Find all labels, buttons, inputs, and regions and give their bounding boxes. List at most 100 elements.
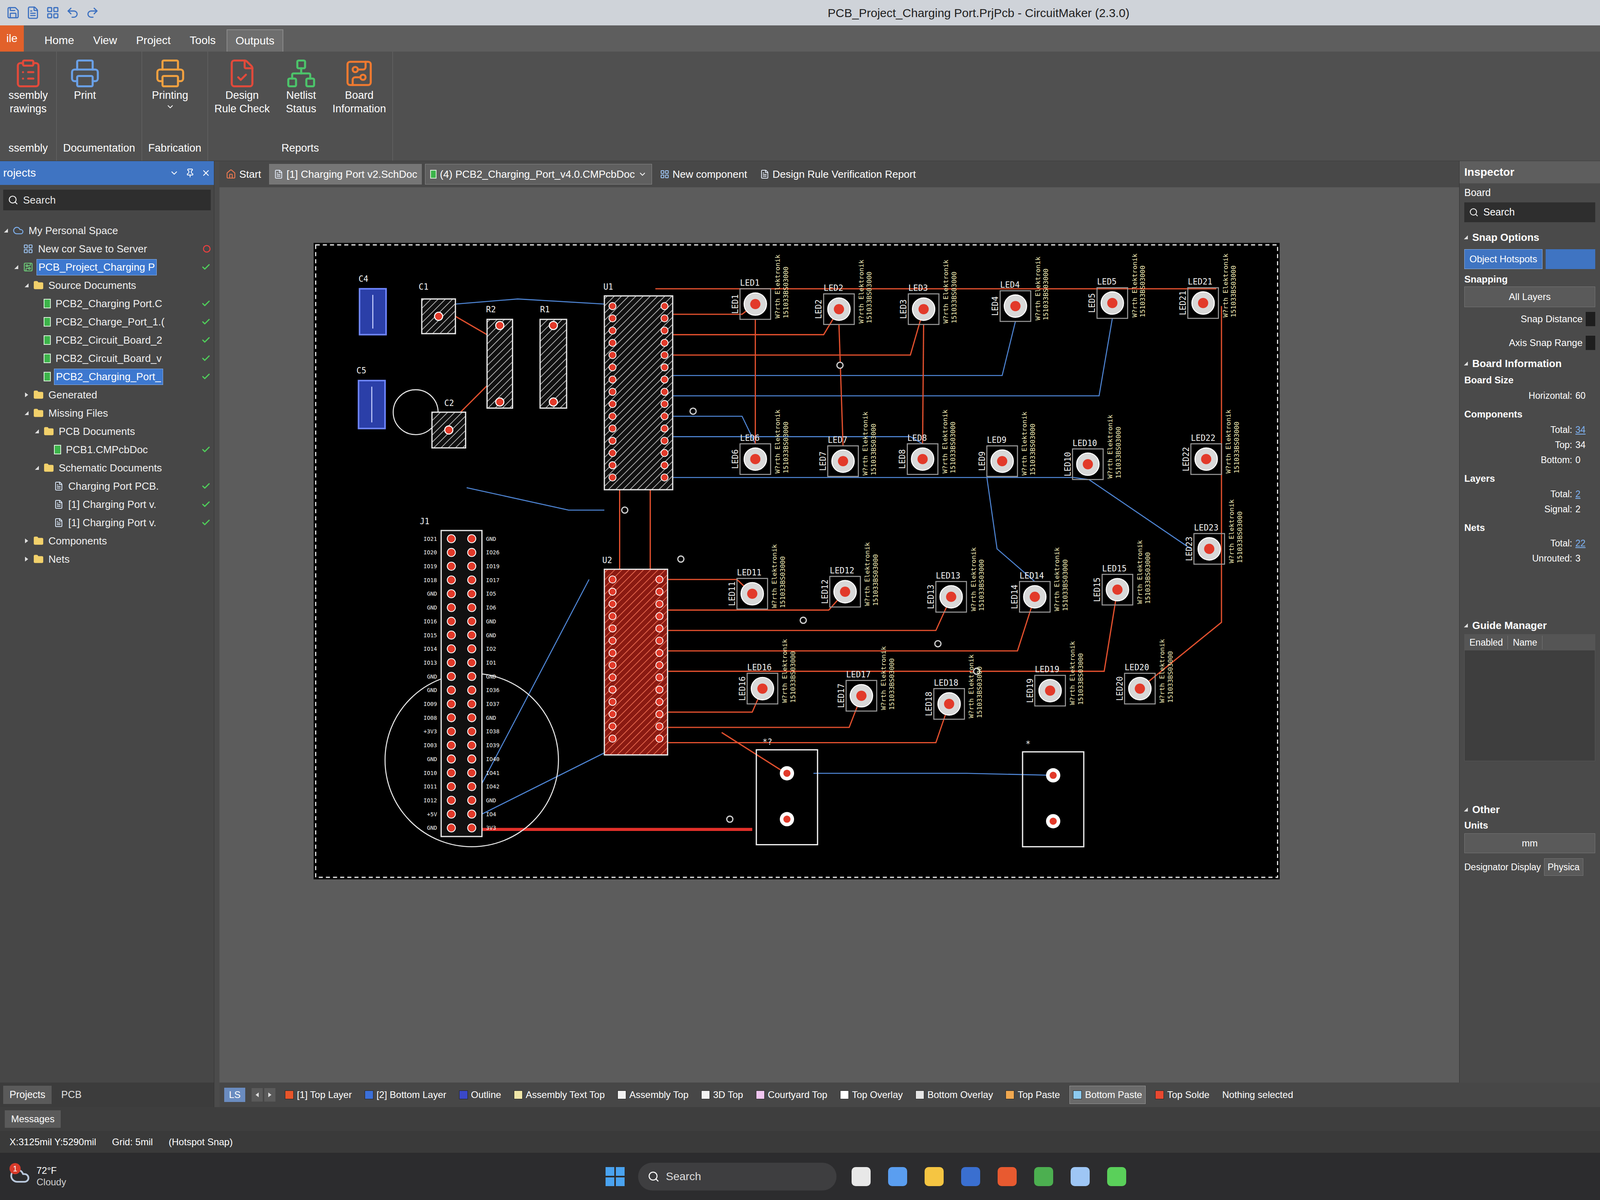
top-trace[interactable] [838, 324, 843, 447]
menu-tab[interactable]: Home [36, 29, 83, 52]
taskbar-app-icon[interactable] [1068, 1164, 1093, 1189]
top-trace[interactable] [922, 324, 924, 445]
ribbon-button[interactable]: ssemblyrawings [6, 57, 50, 141]
connector[interactable]: * [1022, 739, 1084, 847]
pcb-component[interactable]: R1 [540, 304, 567, 409]
layer-tab[interactable]: Bottom Paste [1069, 1085, 1146, 1104]
taskbar-search[interactable]: Search [638, 1162, 837, 1191]
top-trace[interactable] [667, 579, 752, 594]
layer-tab[interactable]: [1] Top Layer [281, 1085, 355, 1104]
weather-widget[interactable]: 172°FCloudy [9, 1165, 605, 1189]
layer-tab[interactable]: Assembly Top [614, 1085, 692, 1104]
tree-item[interactable]: Generated [0, 385, 214, 404]
menu-tab[interactable]: Tools [181, 29, 224, 52]
snap-row[interactable]: Snap Distance [1459, 307, 1600, 331]
top-trace[interactable] [672, 303, 756, 315]
led-footprint[interactable]: LED9LED9W?rth Elektronik151033BS03000 [977, 411, 1037, 477]
taskbar-app-icon[interactable] [922, 1164, 947, 1189]
via[interactable] [934, 640, 941, 647]
menu-tab[interactable]: Outputs [226, 29, 283, 52]
via[interactable] [836, 362, 843, 369]
via[interactable] [800, 617, 806, 624]
tree-item[interactable]: [1] Charging Port v. [0, 513, 214, 532]
scroll-left-icon[interactable] [251, 1088, 263, 1102]
windows-start-icon[interactable] [604, 1166, 626, 1187]
tree-item[interactable]: PCB2_Circuit_Board_2 [0, 330, 214, 350]
layer-tab[interactable]: Outline [455, 1085, 505, 1104]
expanded-arrow-icon[interactable] [33, 464, 41, 472]
via[interactable] [677, 555, 684, 562]
pcb-board[interactable]: C4C5C1C2R2R1U1U2IO21IO20IO19IO18GNDGNDIO… [313, 242, 1280, 880]
expanded-arrow-icon[interactable] [13, 263, 20, 271]
pcb-component[interactable]: C1 [418, 282, 456, 334]
layer-tab[interactable]: Top Overlay [836, 1085, 906, 1104]
pcb-component[interactable]: U2 [602, 555, 668, 755]
layer-tab[interactable]: Assembly Text Top [510, 1085, 608, 1104]
top-trace[interactable] [619, 489, 621, 570]
taskbar-app-icon[interactable] [995, 1164, 1020, 1189]
connector[interactable]: *? [756, 737, 818, 845]
bottom-trace[interactable] [672, 436, 923, 444]
layer-tab[interactable]: Top Solde [1151, 1085, 1213, 1104]
top-trace[interactable] [721, 732, 787, 774]
layer-tab[interactable]: Bottom Overlay [912, 1085, 997, 1104]
top-trace[interactable] [649, 489, 651, 570]
menu-tab[interactable]: View [85, 29, 125, 52]
top-trace[interactable] [455, 316, 488, 335]
inspector-section-header[interactable]: Guide Manager [1459, 616, 1600, 635]
snap-option-button[interactable] [1545, 249, 1596, 270]
tree-item[interactable]: Components [0, 531, 214, 550]
document-tab[interactable]: Start [221, 163, 266, 185]
led-footprint[interactable]: LED19LED19W?rth Elektronik151033BS03000 [1025, 641, 1085, 706]
layer-set-button[interactable]: LS [224, 1087, 246, 1102]
redo-icon[interactable] [85, 5, 100, 20]
scroll-right-icon[interactable] [264, 1088, 276, 1102]
collapsed-arrow-icon[interactable] [23, 537, 30, 545]
expanded-arrow-icon[interactable] [1462, 234, 1470, 241]
led-footprint[interactable]: LED15LED15W?rth Elektronik151033BS03000 [1092, 540, 1152, 605]
messages-tab[interactable]: Messages [4, 1110, 61, 1128]
led-footprint[interactable]: LED4LED4W?rth Elektronik151033BS03000 [990, 256, 1050, 322]
led-footprint[interactable]: LED20LED20W?rth Elektronik151033BS03000 [1115, 639, 1175, 704]
tree-item[interactable]: My Personal Space [0, 221, 214, 240]
bottom-trace[interactable] [986, 477, 1035, 582]
bottom-trace[interactable] [672, 477, 1088, 480]
header-j1[interactable]: IO21IO20IO19IO18GNDGNDIO16IO15IO14IO13GN… [384, 516, 559, 847]
led-footprint[interactable]: LED10LED10W?rth Elektronik151033BS03000 [1063, 414, 1123, 480]
expanded-arrow-icon[interactable] [1462, 360, 1470, 367]
tree-item[interactable]: PCB Documents [0, 422, 214, 441]
panel-tab[interactable]: PCB [54, 1085, 88, 1104]
units-select[interactable]: mm [1464, 833, 1596, 854]
pcb-component[interactable]: R2 [486, 304, 513, 409]
tree-item[interactable]: New cor Save to Server [0, 239, 214, 258]
file-tab[interactable]: ile [0, 25, 24, 52]
tree-item[interactable]: PCB1.CMPcbDoc [0, 440, 214, 459]
tree-item[interactable]: Missing Files [0, 403, 214, 423]
led-footprint[interactable]: LED18LED18W?rth Elektronik151033BS03000 [924, 654, 984, 720]
taskbar-app-icon[interactable] [885, 1164, 910, 1189]
menu-tab[interactable]: Project [128, 29, 179, 52]
tree-item[interactable]: PCB2_Charging Port.C [0, 294, 214, 313]
bottom-trace[interactable] [466, 487, 605, 511]
undo-icon[interactable] [65, 5, 80, 20]
led-footprint[interactable]: LED1LED1W?rth Elektronik151033BS03000 [730, 254, 790, 320]
document-tab[interactable]: Design Rule Verification Report [755, 163, 921, 185]
led-footprint[interactable]: LED2LED2W?rth Elektronik151033BS03000 [813, 259, 874, 325]
led-footprint[interactable]: LED21LED21W?rth Elektronik151033BS03000 [1178, 253, 1238, 319]
expanded-arrow-icon[interactable] [23, 409, 30, 417]
bottom-trace[interactable] [672, 318, 1113, 396]
taskbar-app-icon[interactable] [1031, 1164, 1056, 1189]
via[interactable] [690, 407, 697, 414]
document-tab[interactable]: (4) PCB2_Charging_Port_v4.0.CMPcbDoc [425, 163, 652, 185]
led-footprint[interactable]: LED14LED14W?rth Elektronik151033BS03000 [1009, 547, 1070, 612]
table-column-header[interactable]: Name [1507, 635, 1543, 650]
bottom-trace[interactable] [1088, 479, 1191, 549]
ribbon-button[interactable]: BoardInformation [332, 57, 387, 141]
taskbar-app-icon[interactable] [1104, 1164, 1129, 1189]
expanded-arrow-icon[interactable] [1462, 806, 1470, 813]
bottom-trace[interactable] [672, 321, 1016, 376]
document-icon[interactable] [26, 5, 40, 20]
tree-item[interactable]: PCB2_Circuit_Board_v [0, 349, 214, 368]
document-tab[interactable]: [1] Charging Port v2.SchDoc [269, 163, 423, 185]
top-trace[interactable] [667, 695, 862, 728]
